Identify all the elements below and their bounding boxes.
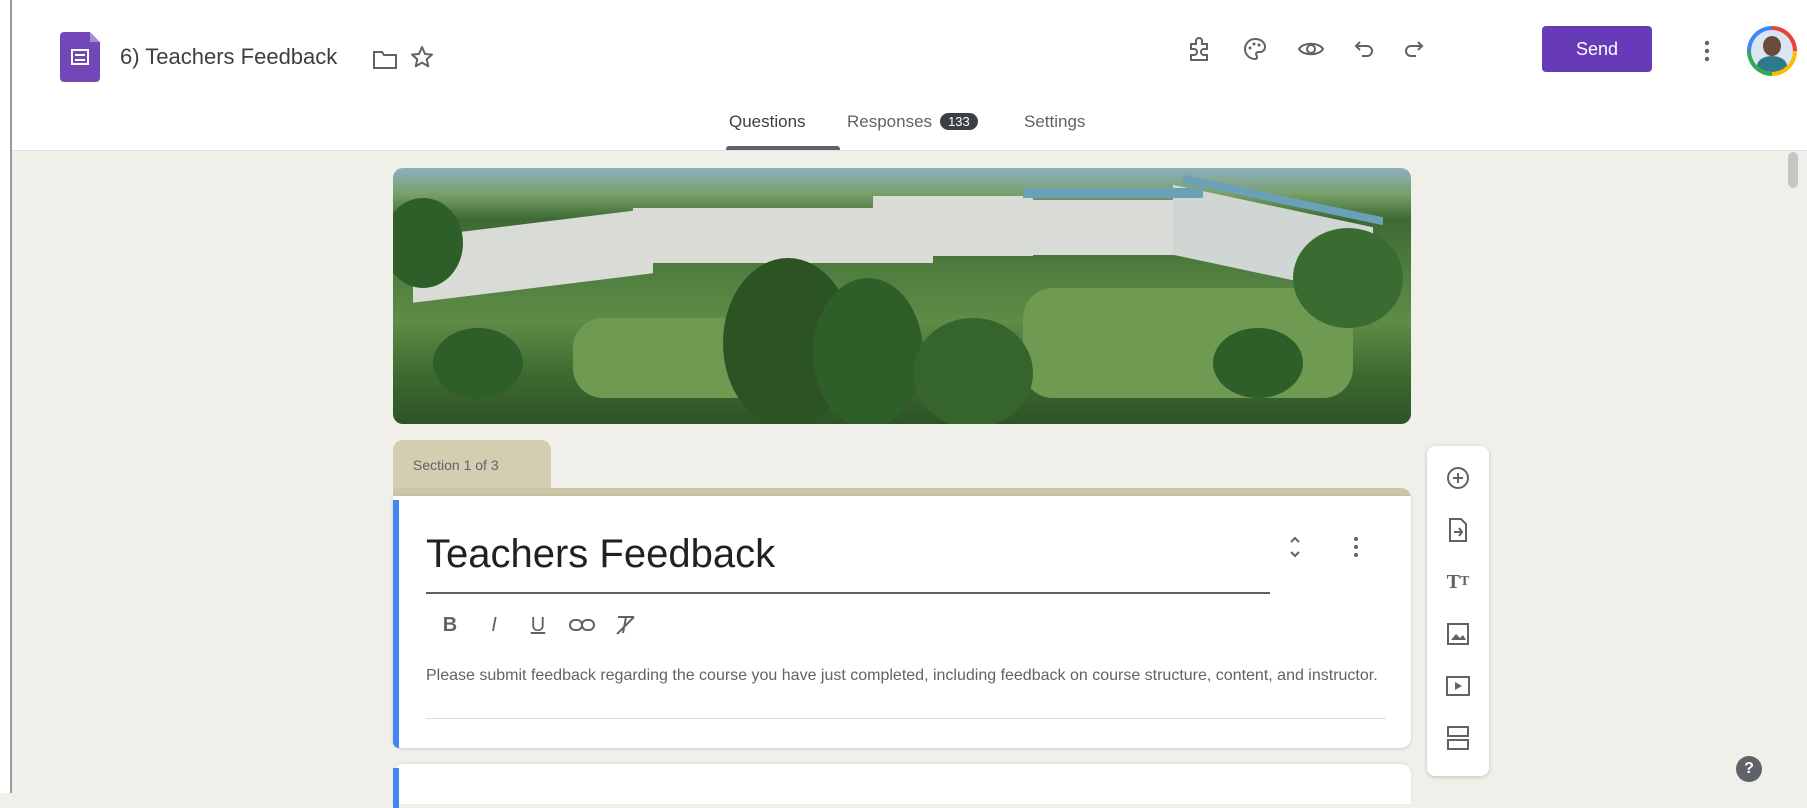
header-banner-image xyxy=(393,168,1411,424)
section-more-icon[interactable] xyxy=(1353,536,1359,564)
redo-icon[interactable] xyxy=(1396,32,1430,66)
tab-questions[interactable]: Questions xyxy=(729,112,806,132)
form-title[interactable]: Teachers Feedback xyxy=(426,532,775,577)
section-label-tab: Section 1 of 3 xyxy=(393,440,551,490)
palette-icon[interactable] xyxy=(1238,32,1272,66)
document-title[interactable]: 6) Teachers Feedback xyxy=(120,44,337,70)
floating-toolbar: TT xyxy=(1427,446,1489,776)
forms-logo-icon[interactable] xyxy=(60,32,100,82)
star-icon[interactable] xyxy=(407,42,437,72)
add-title-icon[interactable]: TT xyxy=(1440,564,1476,600)
addon-icon[interactable] xyxy=(1182,32,1216,66)
title-underline xyxy=(426,592,1270,594)
tab-responses[interactable]: Responses 133 xyxy=(847,112,978,132)
add-section-icon[interactable] xyxy=(1440,720,1476,756)
form-tabs: Questions Responses 133 Settings xyxy=(12,112,1807,150)
more-vert-icon[interactable] xyxy=(1692,34,1722,68)
card-focus-accent xyxy=(393,500,399,748)
tab-settings[interactable]: Settings xyxy=(1024,112,1085,132)
add-image-icon[interactable] xyxy=(1440,616,1476,652)
clear-format-icon[interactable] xyxy=(609,608,643,642)
responses-count-badge: 133 xyxy=(940,113,978,130)
link-icon[interactable] xyxy=(565,608,599,642)
help-icon[interactable]: ? xyxy=(1736,756,1762,782)
window-left-edge xyxy=(0,0,12,793)
add-video-icon[interactable] xyxy=(1440,668,1476,704)
section-header-card[interactable]: Teachers Feedback B I U Please submit fe… xyxy=(393,496,1411,748)
description-underline xyxy=(426,718,1386,719)
underline-button[interactable]: U xyxy=(521,608,555,642)
form-description[interactable]: Please submit feedback regarding the cou… xyxy=(426,662,1386,690)
tab-responses-label: Responses xyxy=(847,112,933,131)
collapse-section-icon[interactable] xyxy=(1288,536,1302,564)
preview-eye-icon[interactable] xyxy=(1294,32,1328,66)
avatar[interactable] xyxy=(1747,26,1797,76)
italic-button[interactable]: I xyxy=(477,608,511,642)
import-questions-icon[interactable] xyxy=(1440,512,1476,548)
undo-icon[interactable] xyxy=(1348,32,1382,66)
send-button[interactable]: Send xyxy=(1542,26,1652,72)
bold-button[interactable]: B xyxy=(433,608,467,642)
add-question-icon[interactable] xyxy=(1440,460,1476,496)
folder-icon[interactable] xyxy=(370,44,400,74)
active-tab-indicator xyxy=(726,146,840,150)
next-question-card[interactable] xyxy=(393,764,1411,808)
top-header: 6) Teachers Feedback Send Questions Resp… xyxy=(12,0,1807,151)
scrollbar-thumb[interactable] xyxy=(1788,152,1798,188)
